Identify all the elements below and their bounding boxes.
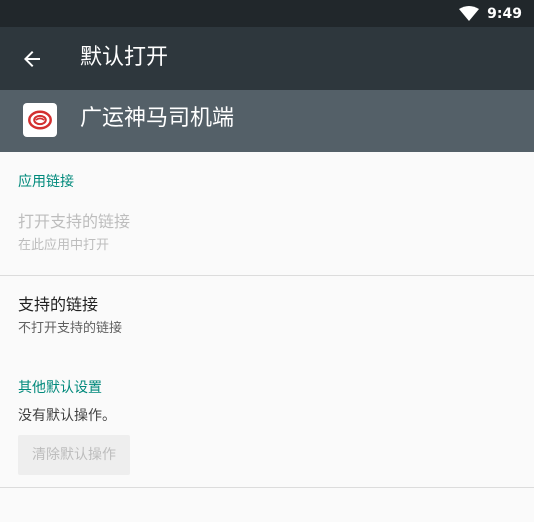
section-title-other-defaults: 其他默认设置 [18, 380, 102, 396]
no-default-message: 没有默认操作。 [18, 408, 116, 424]
back-arrow-icon[interactable] [20, 47, 44, 71]
open-supported-links-subtitle: 在此应用中打开 [18, 238, 110, 253]
open-supported-links-title: 打开支持的链接 [18, 212, 131, 231]
supported-links-subtitle: 不打开支持的链接 [18, 321, 123, 336]
app-name: 广运神马司机端 [80, 106, 235, 131]
status-time: 9:49 [487, 5, 522, 22]
supported-links-title: 支持的链接 [18, 295, 99, 314]
section-title-app-links: 应用链接 [18, 174, 74, 190]
page-title: 默认打开 [80, 45, 169, 70]
toolbar: 默认打开 [0, 27, 534, 90]
app-header: 广运神马司机端 [0, 90, 534, 152]
divider [0, 275, 534, 276]
app-logo-icon [23, 103, 57, 137]
wifi-icon [459, 5, 480, 21]
status-bar: 9:49 [0, 0, 534, 27]
divider [0, 487, 534, 488]
clear-defaults-button[interactable]: 清除默认操作 [18, 435, 130, 475]
